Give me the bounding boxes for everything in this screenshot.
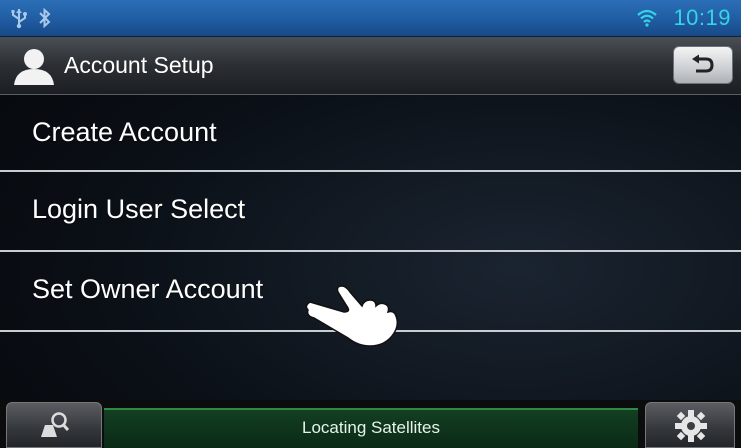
navigation-status-bar[interactable]: Locating Satellites [104,408,638,448]
back-button[interactable] [673,46,733,84]
wifi-icon [636,9,658,32]
user-icon [12,47,56,90]
bottom-bar: Locating Satellites [0,400,741,448]
status-bar: 10:19 [0,0,741,37]
menu-item-label: Create Account [32,117,217,147]
gear-icon [675,410,707,442]
map-search-icon [41,412,70,437]
bluetooth-icon [36,7,54,34]
title-bar: Account Setup [0,37,741,95]
menu-item-create-account[interactable]: Create Account [0,95,741,172]
navigation-status-text: Locating Satellites [302,418,440,437]
menu-item-label: Login User Select [32,194,246,224]
menu-item-label: Set Owner Account [32,274,264,304]
menu-item-login-user-select[interactable]: Login User Select [0,172,741,252]
hand-pointer-icon [300,282,404,355]
usb-icon [10,7,28,34]
back-arrow-icon [692,54,714,73]
map-search-button[interactable] [6,402,102,448]
page-title: Account Setup [64,52,214,78]
clock-time: 10:19 [673,5,731,30]
settings-button[interactable] [645,402,735,448]
